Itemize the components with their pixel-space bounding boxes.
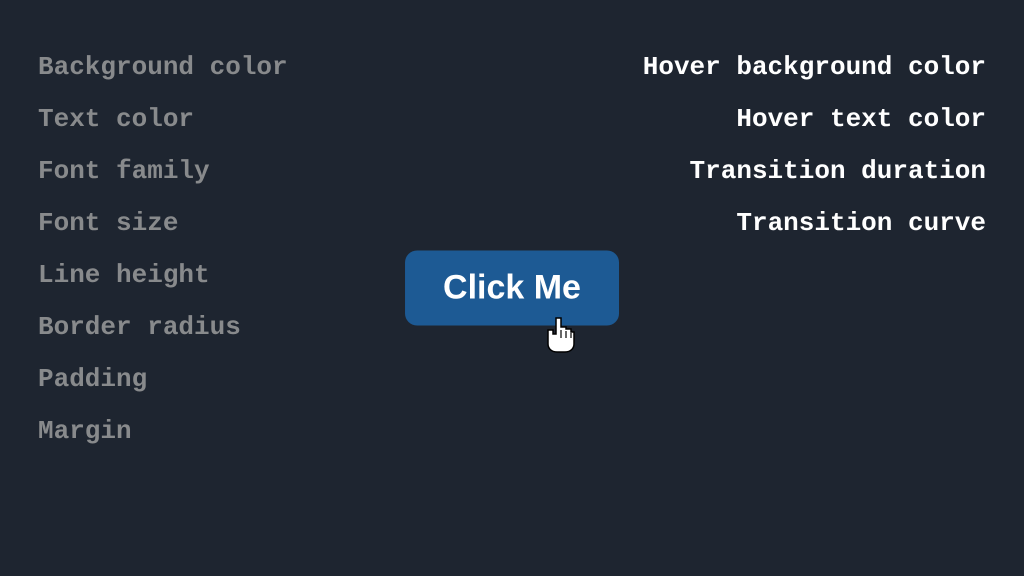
left-properties-list: Background color Text color Font family … <box>38 52 288 446</box>
property-label: Line height <box>38 260 288 290</box>
property-label: Margin <box>38 416 288 446</box>
property-label: Padding <box>38 364 288 394</box>
property-label: Font family <box>38 156 288 186</box>
property-label: Border radius <box>38 312 288 342</box>
property-label: Transition duration <box>643 156 986 186</box>
button-label: Click Me <box>443 269 581 307</box>
property-label: Hover text color <box>643 104 986 134</box>
click-me-button[interactable]: Click Me <box>405 251 619 326</box>
property-label: Hover background color <box>643 52 986 82</box>
property-label: Background color <box>38 52 288 82</box>
property-label: Font size <box>38 208 288 238</box>
property-label: Text color <box>38 104 288 134</box>
property-label: Transition curve <box>643 208 986 238</box>
right-properties-list: Hover background color Hover text color … <box>643 52 986 238</box>
